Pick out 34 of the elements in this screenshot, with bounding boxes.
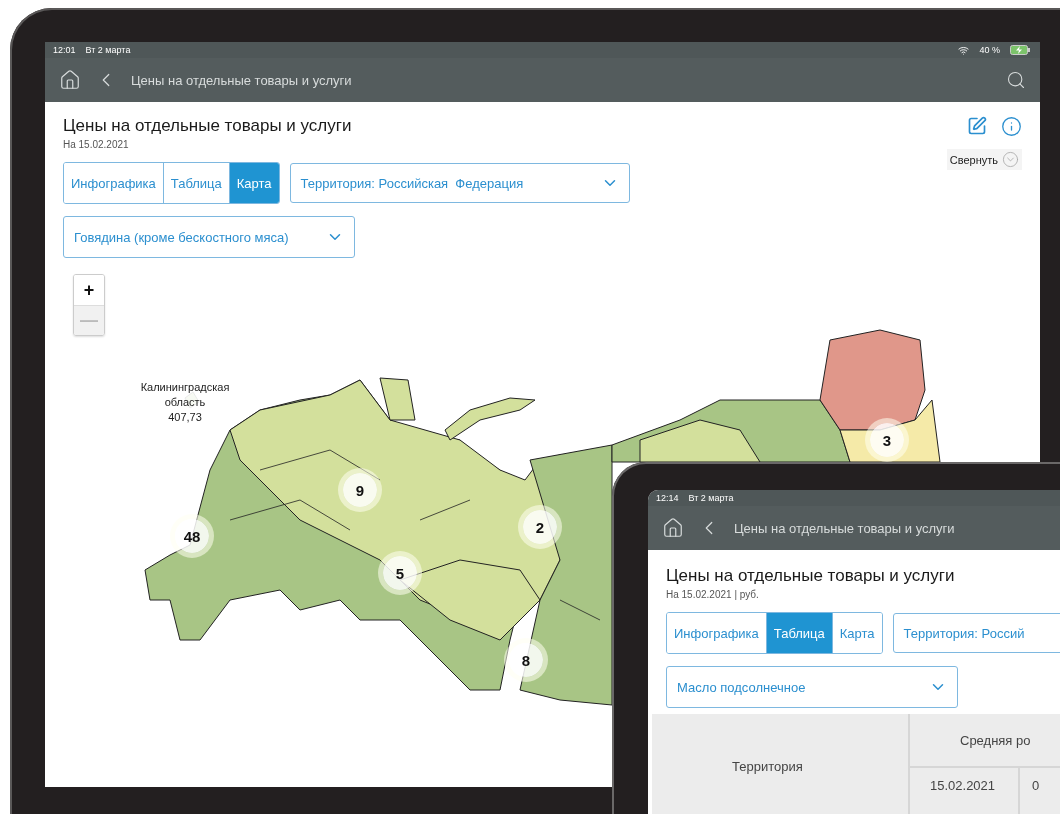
product-select[interactable]: Масло подсолнечное [666, 666, 958, 708]
table-header: Средняя ро [959, 731, 1032, 750]
zoom-in-button[interactable]: + [74, 275, 104, 305]
territory-select[interactable]: Территория: Российская Федерация [289, 163, 630, 203]
table-header: 15.02.2021 [910, 768, 1020, 814]
status-date: Вт 2 марта [688, 493, 734, 503]
nav-title: Цены на отдельные товары и услуги [734, 520, 955, 536]
status-date: Вт 2 марта [85, 45, 131, 55]
collapse-button[interactable]: Свернуть [946, 149, 1022, 170]
page-title: Цены на отдельные товары и услуги [666, 566, 956, 586]
status-time: 12:01 [53, 45, 76, 55]
view-tab[interactable]: Таблица [765, 613, 832, 653]
search-icon[interactable] [1006, 70, 1026, 90]
page-title: Цены на отдельные товары и услуги [63, 116, 353, 136]
chevron-down-icon [1002, 151, 1019, 168]
info-icon[interactable] [1001, 116, 1022, 137]
home-icon[interactable] [662, 517, 684, 539]
battery-percent: 40 % [979, 45, 1000, 55]
nav-title: Цены на отдельные товары и услуги [131, 72, 352, 88]
wifi-icon [958, 44, 970, 56]
cluster-marker[interactable]: 48 [175, 519, 209, 553]
page-date: На 15.02.2021 [63, 139, 130, 150]
territory-select[interactable]: Территория: Россий [892, 613, 1060, 653]
view-tab[interactable]: Карта [831, 613, 882, 653]
home-icon[interactable] [59, 69, 81, 91]
status-time: 12:14 [656, 493, 679, 503]
view-tab[interactable]: Карта [228, 163, 279, 203]
edit-icon[interactable] [967, 116, 987, 136]
product-select[interactable]: Говядина (кроме бескостного мяса) [63, 216, 355, 258]
cluster-marker[interactable]: 8 [509, 643, 543, 677]
table-header: Территория [652, 714, 910, 814]
table-header: 0 [1031, 777, 1041, 795]
page-date: На 15.02.2021 | руб. [666, 589, 760, 600]
battery-charging-icon [1010, 45, 1030, 55]
